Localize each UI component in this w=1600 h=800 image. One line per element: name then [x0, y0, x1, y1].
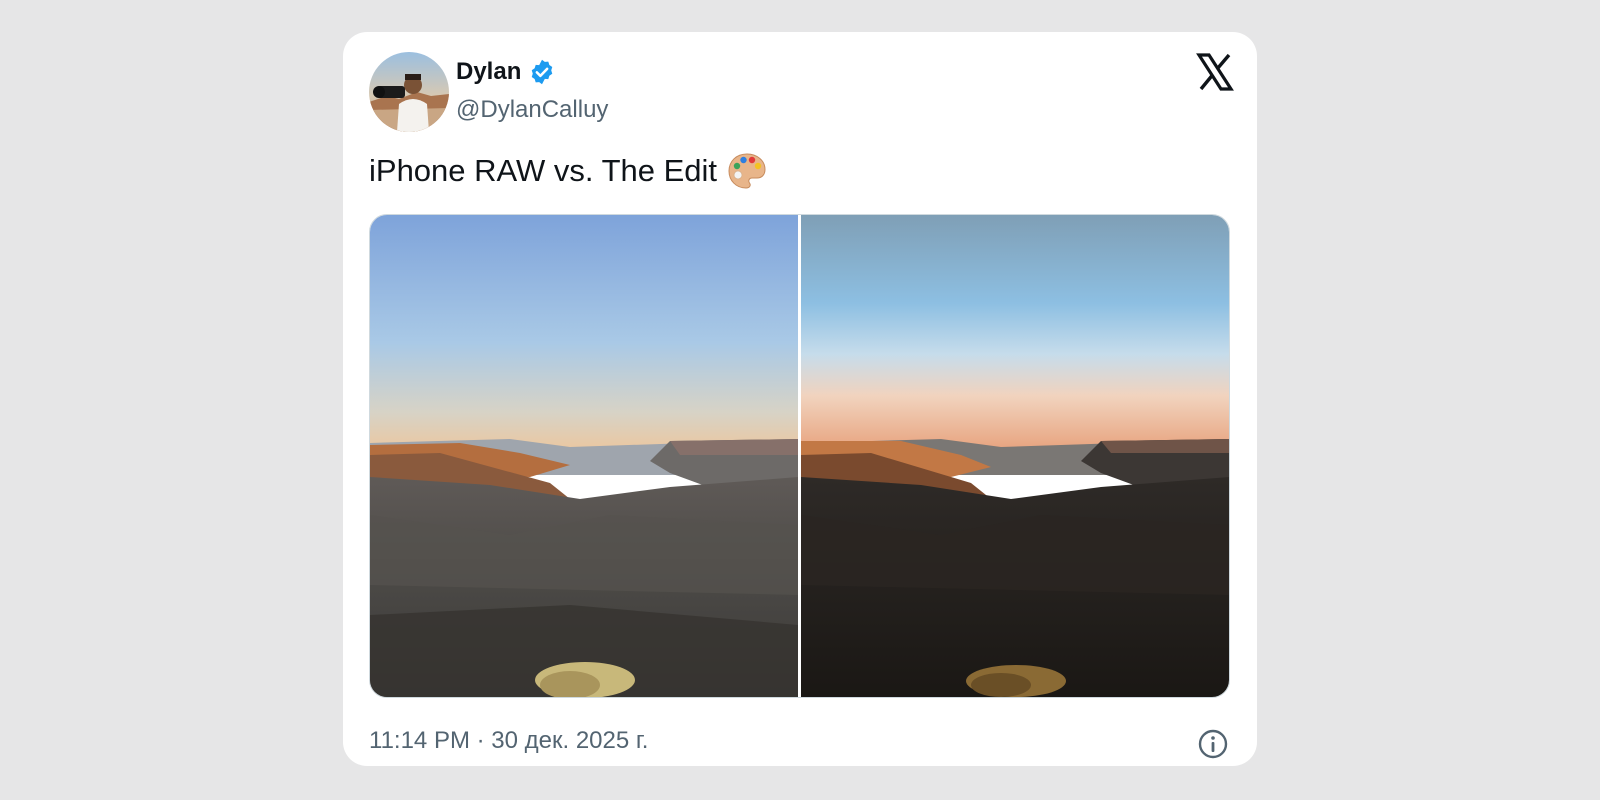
media-gallery [369, 214, 1230, 698]
artist-palette-icon [727, 152, 767, 190]
tweet-timestamp[interactable]: 11:14 PM · 30 дек. 2025 г. [369, 727, 648, 755]
tweet-text-content: iPhone RAW vs. The Edit [369, 153, 718, 188]
verified-badge-icon [528, 58, 556, 86]
tweet-text: iPhone RAW vs. The Edit [369, 152, 767, 190]
info-icon[interactable] [1197, 728, 1229, 760]
author-handle[interactable]: @DylanCalluy [456, 96, 608, 124]
photo-the-edit[interactable] [801, 215, 1229, 697]
author-name[interactable]: Dylan [456, 58, 556, 86]
x-logo-icon[interactable] [1195, 52, 1235, 92]
author-name-text: Dylan [456, 58, 522, 85]
avatar[interactable] [369, 52, 449, 132]
tweet-card: Dylan @DylanCalluy iPhone RAW vs. The Ed… [343, 32, 1257, 766]
photo-iphone-raw[interactable] [370, 215, 798, 697]
